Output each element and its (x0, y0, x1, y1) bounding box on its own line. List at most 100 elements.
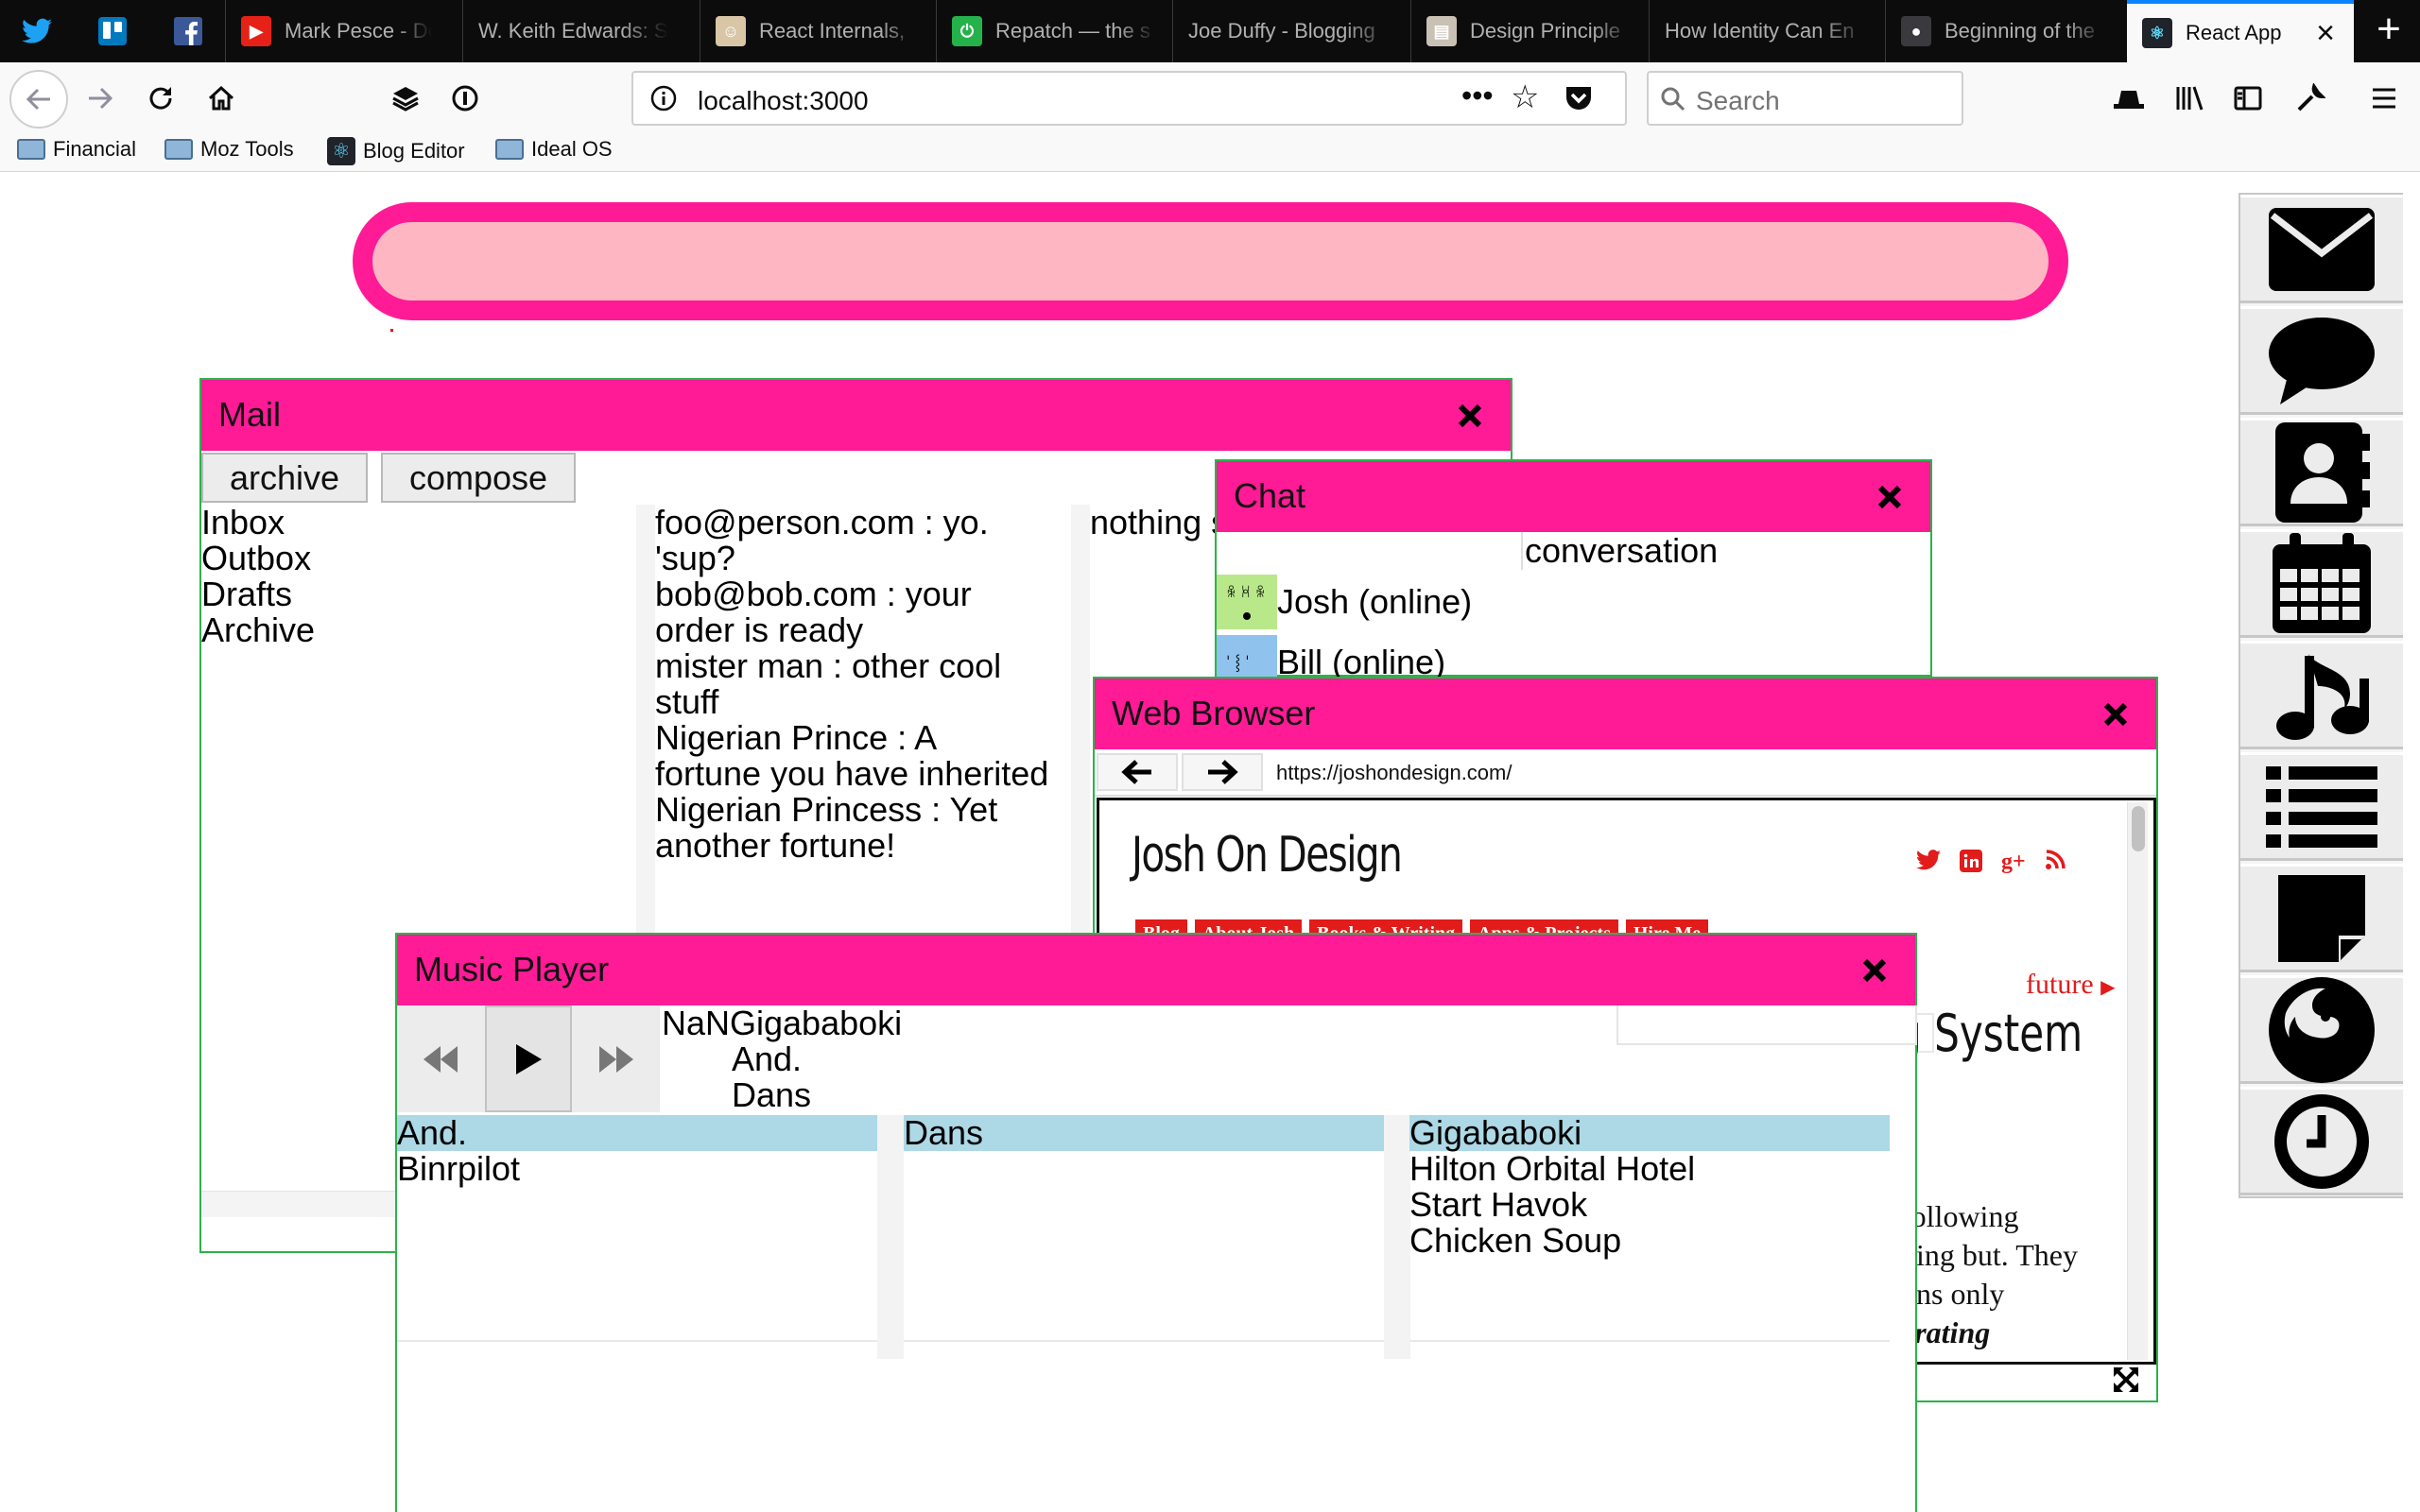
web-back-button[interactable] (1097, 753, 1178, 791)
new-tab-button[interactable]: + (2358, 0, 2420, 62)
song-row[interactable]: Chicken Soup (1409, 1223, 1890, 1259)
tab-beginning[interactable]: ● Beginning of the (1885, 0, 2121, 62)
dock-calendar[interactable] (2240, 529, 2403, 638)
web-scrollbar[interactable] (2127, 802, 2148, 1360)
dock-list[interactable] (2240, 752, 2403, 861)
web-url-field[interactable]: https://joshondesign.com/ (1276, 761, 1512, 785)
menu-button[interactable] (2361, 76, 2407, 121)
forward-button[interactable] (78, 76, 123, 121)
googleplus-icon[interactable]: g+ (2001, 850, 2026, 875)
dock-chat[interactable] (2240, 306, 2403, 415)
music-player-titlebar[interactable]: Music Player (397, 935, 1915, 1005)
message-line[interactable]: mister man : other cool (655, 648, 1050, 684)
web-browser-titlebar[interactable]: Web Browser (1095, 679, 2156, 749)
previous-button[interactable] (397, 1005, 484, 1112)
tab-keith-edwards[interactable]: W. Keith Edwards: S (462, 0, 683, 62)
folder-archive[interactable]: Archive (201, 612, 619, 648)
close-tab-icon[interactable]: × (2316, 17, 2335, 49)
bookmark-financial[interactable]: Financial (17, 137, 136, 162)
song-selected[interactable]: Gigababoki (1409, 1115, 1890, 1151)
rss-icon[interactable] (2045, 850, 2066, 870)
home-button[interactable] (199, 76, 244, 121)
reload-button[interactable] (138, 76, 183, 121)
dock-notes[interactable] (2240, 864, 2403, 972)
linkedin-icon[interactable] (1960, 850, 1982, 872)
bookmark-moz-tools[interactable]: Moz Tools (164, 137, 294, 162)
dock-mail[interactable] (2240, 195, 2403, 303)
artist-selected[interactable]: And. (397, 1115, 877, 1151)
pinned-tab-facebook[interactable] (157, 0, 219, 62)
article-line: hing but. They (1901, 1238, 2078, 1272)
artist-row[interactable]: Binrpilot (397, 1151, 877, 1187)
message-line[interactable]: Nigerian Princess : Yet (655, 792, 1050, 828)
developer-tools-button[interactable] (2288, 76, 2333, 121)
message-line[interactable]: bob@bob.com : your (655, 576, 1050, 612)
sync-button[interactable] (2106, 76, 2152, 121)
tab-repatch[interactable]: ⏻ Repatch — the s (936, 0, 1172, 62)
song-row[interactable]: Hilton Orbital Hotel (1409, 1151, 1890, 1187)
close-icon[interactable] (1876, 483, 1904, 511)
bookmark-ideal-os[interactable]: Ideal OS (495, 137, 613, 162)
folder-outbox[interactable]: Outbox (201, 541, 619, 576)
message-line[interactable]: order is ready (655, 612, 1050, 648)
compose-button[interactable]: compose (381, 453, 577, 503)
close-icon[interactable] (1456, 402, 1484, 430)
chat-window: Chat ꆜ ꃬ ꆜ Josh (online) ˈ ⸾ ˈ Bill (onl… (1215, 459, 1932, 690)
music-search-field[interactable] (1616, 1005, 1917, 1045)
message-line[interactable]: another fortune! (655, 828, 1050, 864)
folder-drafts[interactable]: Drafts (201, 576, 619, 612)
close-icon[interactable] (1860, 956, 1889, 985)
library-button[interactable] (2167, 76, 2212, 121)
archive-button[interactable]: archive (201, 453, 369, 503)
search-bar[interactable]: Search (1647, 71, 1963, 126)
message-line[interactable]: stuff (655, 684, 1050, 720)
message-line[interactable]: fortune you have inherited (655, 756, 1050, 792)
tab-design-principles[interactable]: ▤ Design Principle (1410, 0, 1649, 62)
pinned-tab-trello[interactable] (81, 0, 144, 62)
dock-music[interactable] (2240, 641, 2403, 749)
folder-inbox[interactable]: Inbox (201, 505, 619, 541)
folder-icon (164, 139, 193, 160)
site-title[interactable]: Josh On Design (1132, 827, 1403, 884)
future-link[interactable]: future ▶ (2026, 969, 2116, 1001)
tab-mark-pesce[interactable]: ▶ Mark Pesce - De (225, 0, 447, 62)
command-input[interactable] (372, 222, 2048, 301)
play-button[interactable] (485, 1005, 572, 1112)
tab-joe-duffy[interactable]: Joe Duffy - Blogging (1172, 0, 1410, 62)
page-actions-icon[interactable]: ••• (1461, 78, 1494, 113)
chat-user-josh[interactable]: ꆜ ꃬ ꆜ Josh (online) (1217, 572, 1523, 632)
password-button[interactable] (442, 76, 488, 121)
web-forward-button[interactable] (1182, 753, 1263, 791)
message-line[interactable]: Nigerian Prince : A (655, 720, 1050, 756)
sidebar-button[interactable] (2225, 76, 2271, 121)
pinned-tab-twitter[interactable] (6, 0, 68, 62)
info-icon[interactable] (650, 85, 677, 112)
bookmark-blog-editor[interactable]: ⚛ Blog Editor (327, 137, 465, 165)
song-row[interactable]: Start Havok (1409, 1187, 1890, 1223)
expand-icon[interactable] (2111, 1365, 2141, 1395)
mail-titlebar[interactable]: Mail (201, 380, 1511, 451)
scrollbar-thumb[interactable] (2132, 806, 2145, 851)
pocket-icon[interactable] (1564, 84, 1594, 112)
bookmark-star-icon[interactable]: ☆ (1511, 78, 1539, 116)
dock-clock[interactable] (2240, 1087, 2403, 1195)
next-button[interactable] (573, 1005, 660, 1112)
layers-button[interactable] (383, 76, 428, 121)
album-selected[interactable]: Dans (904, 1115, 1384, 1151)
tab-react-internals[interactable]: ☺ React Internals, (700, 0, 936, 62)
url-bar[interactable]: localhost:3000 ••• ☆ (631, 71, 1627, 126)
search-placeholder[interactable]: Search (1696, 86, 1780, 116)
chat-titlebar[interactable]: Chat (1217, 461, 1930, 532)
back-button[interactable] (9, 70, 68, 129)
tab-react-app[interactable]: ⚛ React App × (2127, 0, 2354, 62)
tab-identity[interactable]: How Identity Can En (1649, 0, 1885, 62)
chat-search-field[interactable] (1217, 532, 1523, 570)
message-line[interactable]: 'sup? (655, 541, 1050, 576)
message-line[interactable]: foo@person.com : yo. (655, 505, 1050, 541)
dock-contacts[interactable] (2240, 418, 2403, 526)
url-text[interactable]: localhost:3000 (698, 86, 869, 116)
article-heading[interactable]: g System (1896, 1004, 2083, 1063)
close-icon[interactable] (2101, 700, 2130, 729)
dock-firefox[interactable] (2240, 975, 2403, 1084)
twitter-icon[interactable] (1916, 850, 1941, 870)
